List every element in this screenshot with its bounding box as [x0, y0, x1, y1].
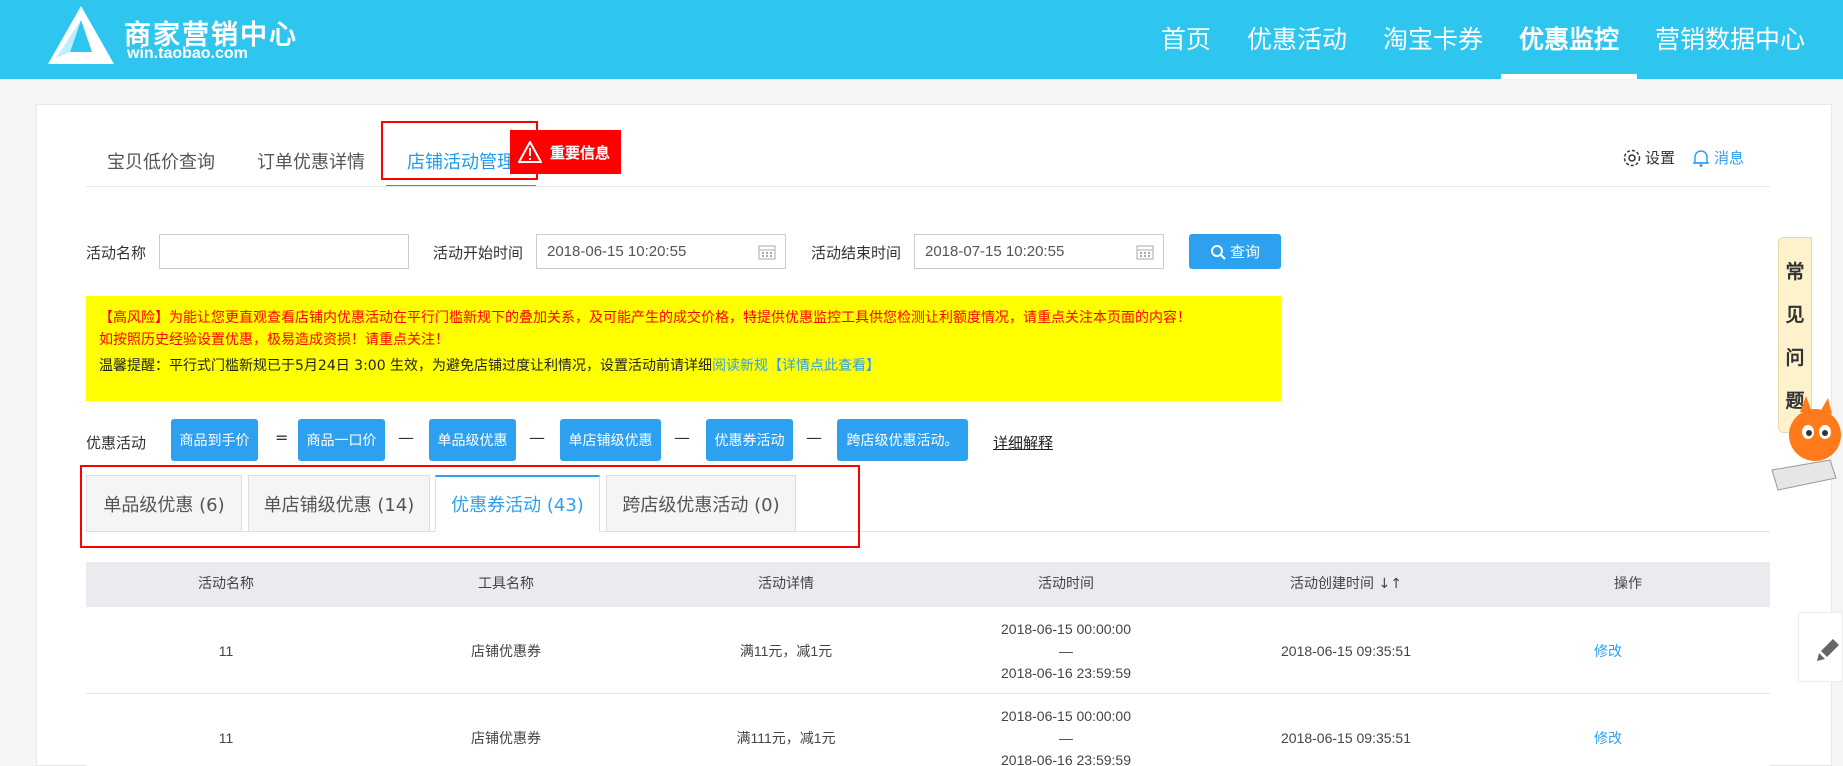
read-rules-link[interactable]: 阅读新规 — [712, 358, 768, 374]
cell-activity-time: 2018-06-15 00:00:00 — 2018-06-16 23:59:5… — [926, 694, 1206, 766]
time-end: 2018-06-16 23:59:59 — [1001, 751, 1131, 766]
main-nav: 首页 优惠活动 淘宝卡券 优惠监控 营销数据中心 — [1143, 0, 1843, 79]
risk-line-2: 如按照历史经验设置优惠，极易造成资损！请重点关注！ — [99, 332, 449, 348]
edit-link[interactable]: 修改 — [1594, 641, 1622, 661]
col-activity-name: 活动名称 — [198, 576, 254, 592]
faq-char: 见 — [1785, 304, 1805, 326]
cell-activity-time: 2018-06-15 00:00:00 — 2018-06-16 23:59:5… — [926, 607, 1206, 694]
formula-operator: — — [398, 428, 414, 447]
important-info-badge[interactable]: 重要信息 — [510, 130, 621, 174]
cell-activity-name: 11 — [218, 729, 234, 746]
cell-actions: 修改 — [1486, 607, 1730, 694]
time-separator: — — [1059, 729, 1073, 746]
nav-discount-monitor[interactable]: 优惠监控 — [1500, 0, 1637, 79]
col-actions: 操作 — [1614, 576, 1642, 592]
chip-item-discount[interactable]: 单品级优惠 — [429, 419, 516, 461]
col-activity-detail: 活动详情 — [758, 576, 814, 592]
table-row: 11 店铺优惠券 满111元，减1元 2018-06-15 00:00:00 —… — [86, 694, 1770, 766]
highlight-box-subtabs — [80, 465, 860, 548]
cell-created-time: 2018-06-15 09:35:51 — [1281, 642, 1411, 659]
time-start: 2018-06-15 00:00:00 — [1001, 620, 1131, 637]
cell-activity-detail: 满11元，减1元 — [739, 642, 833, 659]
cell-tool-name: 店铺优惠券 — [471, 729, 541, 746]
bell-icon — [1693, 149, 1709, 167]
faq-char: 问 — [1785, 347, 1805, 369]
tab-divider — [86, 186, 1770, 187]
activity-name-label: 活动名称 — [86, 244, 147, 262]
messages-button[interactable]: 消息 — [1691, 147, 1744, 168]
nav-coupons[interactable]: 淘宝卡券 — [1365, 0, 1501, 79]
start-time-input[interactable]: 2018-06-15 10:20:55 — [536, 234, 786, 269]
mascot-icon[interactable] — [1770, 390, 1843, 500]
discount-formula-label: 优惠活动 — [86, 434, 147, 452]
end-time-input[interactable]: 2018-07-15 10:20:55 — [914, 234, 1164, 269]
edit-side-button[interactable] — [1798, 612, 1843, 682]
top-header: 商家营销中心 win.taobao.com 首页 优惠活动 淘宝卡券 优惠监控 … — [0, 0, 1843, 79]
formula-operator: — — [806, 428, 822, 447]
start-time-value: 2018-06-15 10:20:55 — [547, 243, 687, 260]
logo-subtitle: win.taobao.com — [127, 45, 248, 62]
chip-fixed-price[interactable]: 商品一口价 — [298, 419, 385, 461]
end-time-value: 2018-07-15 10:20:55 — [925, 243, 1065, 260]
time-end: 2018-06-16 23:59:59 — [1001, 664, 1131, 681]
tip-text: 温馨提醒：平行式门槛新规已于5月24日 3:00 生效，为避免店铺过度让利情况，… — [99, 358, 713, 374]
cell-activity-detail: 满111元，减1元 — [736, 729, 836, 746]
query-button-label: 查询 — [1229, 243, 1260, 261]
risk-line-1: 【高风险】为能让您更直观查看店铺内优惠活动在平行门槛新规下的叠加关系，及可能产生… — [99, 310, 1191, 326]
chip-coupon-activity[interactable]: 优惠券活动 — [706, 419, 793, 461]
messages-label: 消息 — [1714, 149, 1745, 167]
gear-icon — [1623, 149, 1641, 166]
tab-low-price-query[interactable]: 宝贝低价查询 — [86, 130, 236, 187]
col-tool-name: 工具名称 — [478, 576, 534, 592]
chip-cross-store-activity[interactable]: 跨店级优惠活动。 — [837, 419, 968, 461]
cell-activity-name: 11 — [218, 642, 234, 659]
col-created-time[interactable]: 活动创建时间 ↓↑ — [1206, 562, 1486, 607]
chip-final-price[interactable]: 商品到手价 — [171, 419, 258, 461]
important-info-label: 重要信息 — [550, 143, 611, 162]
formula-operator: — — [529, 428, 545, 447]
cell-created-time: 2018-06-15 09:35:51 — [1281, 729, 1411, 746]
cell-actions: 修改 — [1486, 694, 1730, 766]
time-start: 2018-06-15 00:00:00 — [1001, 707, 1131, 724]
activity-name-input[interactable] — [159, 234, 409, 269]
settings-label: 设置 — [1645, 149, 1676, 167]
taobao-logo-icon[interactable] — [46, 4, 116, 66]
formula-operator: — — [674, 428, 690, 447]
end-time-label: 活动结束时间 — [811, 244, 902, 262]
nav-home[interactable]: 首页 — [1143, 0, 1229, 79]
search-icon — [1210, 244, 1226, 260]
cell-tool-name: 店铺优惠券 — [471, 642, 541, 659]
calendar-icon[interactable] — [758, 244, 776, 260]
risk-notice: 【高风险】为能让您更直观查看店铺内优惠活动在平行门槛新规下的叠加关系，及可能产生… — [86, 296, 1281, 401]
query-button[interactable]: 查询 — [1189, 234, 1281, 269]
detailed-explanation-link[interactable]: 详细解释 — [993, 432, 1053, 453]
tab-order-discount-detail[interactable]: 订单优惠详情 — [236, 130, 386, 187]
faq-char: 常 — [1785, 261, 1805, 283]
start-time-label: 活动开始时间 — [433, 244, 524, 262]
formula-operator: = — [275, 428, 289, 447]
nav-promotions[interactable]: 优惠活动 — [1229, 0, 1365, 79]
time-separator: — — [1059, 642, 1073, 659]
col-activity-time: 活动时间 — [1038, 576, 1094, 592]
settings-button[interactable]: 设置 — [1622, 147, 1675, 168]
pencil-icon — [1817, 639, 1839, 661]
edit-link[interactable]: 修改 — [1594, 728, 1622, 748]
chip-store-discount[interactable]: 单店铺级优惠 — [560, 419, 661, 461]
tip-line: 温馨提醒：平行式门槛新规已于5月24日 3:00 生效，为避免店铺过度让利情况，… — [99, 355, 1268, 377]
nav-data-center[interactable]: 营销数据中心 — [1637, 0, 1843, 79]
calendar-icon[interactable] — [1136, 244, 1154, 260]
table-header: 活动名称 工具名称 活动详情 活动时间 活动创建时间 ↓↑ 操作 — [86, 562, 1770, 607]
warning-icon — [518, 141, 542, 163]
details-link[interactable]: 【详情点此查看】 — [768, 358, 880, 374]
table-row: 11 店铺优惠券 满11元，减1元 2018-06-15 00:00:00 — … — [86, 607, 1770, 694]
